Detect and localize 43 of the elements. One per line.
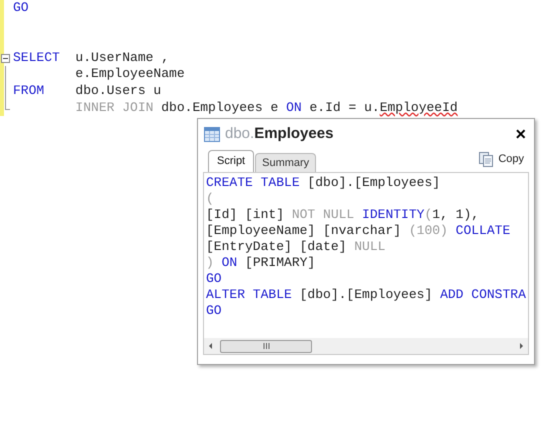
code-token: FROM (13, 82, 46, 98)
code-token: NOT NULL (292, 207, 356, 222)
tab[interactable]: Script (208, 150, 254, 172)
code-token: e.Id = u. (309, 100, 380, 115)
code-token: ( (206, 191, 214, 206)
copy-icon (478, 150, 494, 167)
code-token: ALTER TABLE (206, 287, 293, 302)
code-token: IDENTITY (362, 207, 424, 222)
code-token: GO (206, 271, 222, 286)
popup-title: dbo.Employees (225, 124, 334, 144)
collapse-toggle[interactable] (1, 54, 10, 63)
code-token: [EntryDate] [date] (206, 239, 348, 254)
close-button[interactable]: × (515, 125, 526, 143)
code-token: dbo.Employees e (161, 100, 280, 115)
horizontal-scrollbar[interactable] (204, 338, 528, 354)
code-token: [dbo].[Employees] (300, 287, 434, 302)
code-token: ADD CONSTRA (440, 287, 526, 302)
code-token: ON (222, 255, 238, 270)
code-token: e.EmployeeName (74, 66, 185, 82)
code-token: [EmployeeName] [nvarchar] (206, 223, 402, 238)
code-token: 1, 1), (432, 207, 480, 222)
code-token: CREATE TABLE (206, 175, 301, 190)
code-token: SELECT (13, 50, 61, 65)
code-token: GO (206, 303, 222, 318)
copy-button[interactable]: Copy (478, 150, 524, 167)
code-token: ( (424, 207, 432, 222)
table-icon (204, 126, 220, 142)
code-token: u.UserName , (75, 50, 170, 65)
code-token: (100) (408, 223, 449, 238)
grip-icon (262, 343, 270, 349)
code-token: ON (286, 100, 303, 115)
code-token: NULL (354, 239, 386, 254)
code-token: GO (13, 0, 29, 15)
tab[interactable]: Summary (255, 153, 316, 172)
code-token: [Id] [int] (206, 207, 286, 222)
code-token: COLLATE (456, 223, 510, 238)
code-token: INNER JOIN (74, 100, 154, 115)
code-token: dbo.Users u (75, 82, 162, 98)
scroll-thumb[interactable] (220, 340, 312, 352)
code-token: ) (206, 255, 215, 270)
code-token: [dbo].[Employees] (307, 175, 440, 190)
misspelled-code-token: EmployeeId (380, 100, 458, 115)
code-token: [PRIMARY] (245, 255, 316, 270)
